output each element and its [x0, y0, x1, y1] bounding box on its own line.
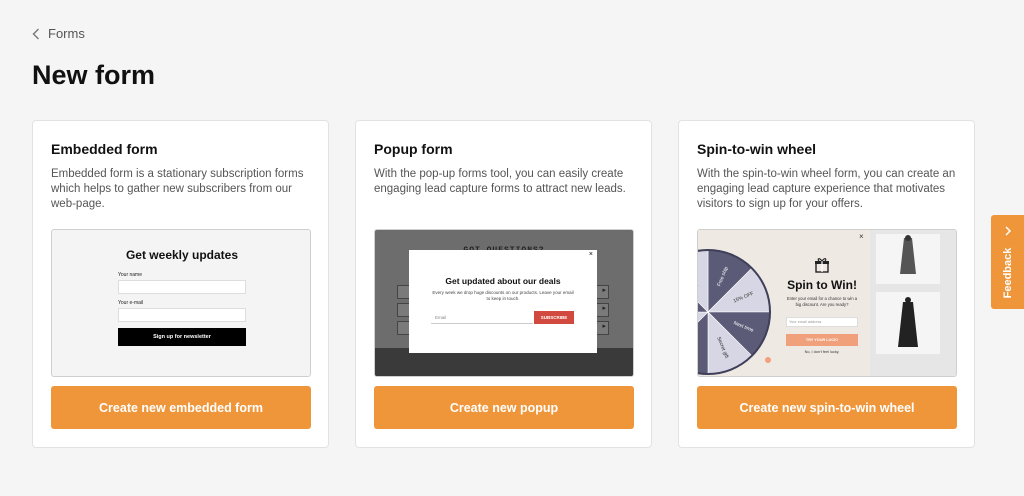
product-image — [876, 292, 940, 354]
embedded-form-card: Embedded form Embedded form is a station… — [32, 120, 329, 448]
spin-wheel-graphic: Free ship15% OFFNext timeSecret giftAlmo… — [698, 249, 771, 375]
chevron-left-icon — [32, 28, 39, 39]
create-spin-to-win-button[interactable]: Create new spin-to-win wheel — [697, 386, 957, 429]
page-title: New form — [32, 60, 156, 90]
gift-icon — [815, 258, 829, 273]
feedback-tab[interactable]: Feedback — [991, 215, 1024, 309]
close-icon: × — [588, 251, 593, 258]
preview-signup-button: Sign up for newsletter — [118, 328, 246, 346]
card-title: Popup form — [374, 141, 453, 157]
embedded-form-preview: Get weekly updates Your name Your e-mail… — [51, 229, 311, 377]
preview-email-field: Your email address — [786, 317, 858, 327]
feedback-label: Feedback — [1002, 247, 1014, 299]
card-title: Spin-to-win wheel — [697, 141, 816, 157]
preview-subscribe-button: SUBSCRIBE — [534, 311, 574, 324]
breadcrumb[interactable]: Forms — [32, 26, 85, 41]
preview-title: Get weekly updates — [125, 248, 239, 262]
popup-form-preview: GOT QUESTIONS? × Get updated about our d… — [374, 229, 634, 377]
preview-name-field — [118, 280, 246, 294]
preview-title: Spin to Win! — [787, 278, 857, 292]
create-popup-button[interactable]: Create new popup — [374, 386, 634, 429]
preview-description: Every week we drop huge discounts on our… — [432, 290, 574, 301]
spin-wheel-preview: Free ship 15% OFF Next time Secret gift Almo… — [697, 229, 957, 377]
preview-try-button: TRY YOUR LUCK! — [786, 334, 858, 346]
card-description: With the spin-to-win wheel form, you can… — [697, 168, 956, 210]
preview-title: Get updated about our deals — [445, 276, 561, 286]
preview-email-field: Email — [431, 311, 533, 324]
create-embedded-form-button[interactable]: Create new embedded form — [51, 386, 311, 429]
preview-description: Enter your email for a chance to win a b… — [786, 296, 858, 307]
preview-name-label: Your name — [118, 272, 142, 278]
breadcrumb-label: Forms — [48, 26, 85, 41]
preview-product-gallery — [870, 230, 956, 376]
preview-popup-modal: × Get updated about our deals Every week… — [409, 250, 597, 353]
card-description: Embedded form is a stationary subscripti… — [51, 168, 304, 210]
preview-email-label: Your e-mail — [118, 300, 144, 306]
card-description: With the pop-up forms tool, you can easi… — [374, 168, 626, 195]
close-icon: × — [859, 232, 864, 241]
wheel-pointer — [765, 357, 771, 363]
card-title: Embedded form — [51, 141, 158, 157]
preview-decline-link: No, I don't feel lucky. — [804, 350, 840, 354]
preview-email-field — [118, 308, 246, 322]
popup-form-card: Popup form With the pop-up forms tool, y… — [355, 120, 652, 448]
spin-to-win-card: Spin-to-win wheel With the spin-to-win w… — [678, 120, 975, 448]
chevron-right-icon — [1005, 226, 1012, 236]
product-image — [876, 234, 940, 284]
